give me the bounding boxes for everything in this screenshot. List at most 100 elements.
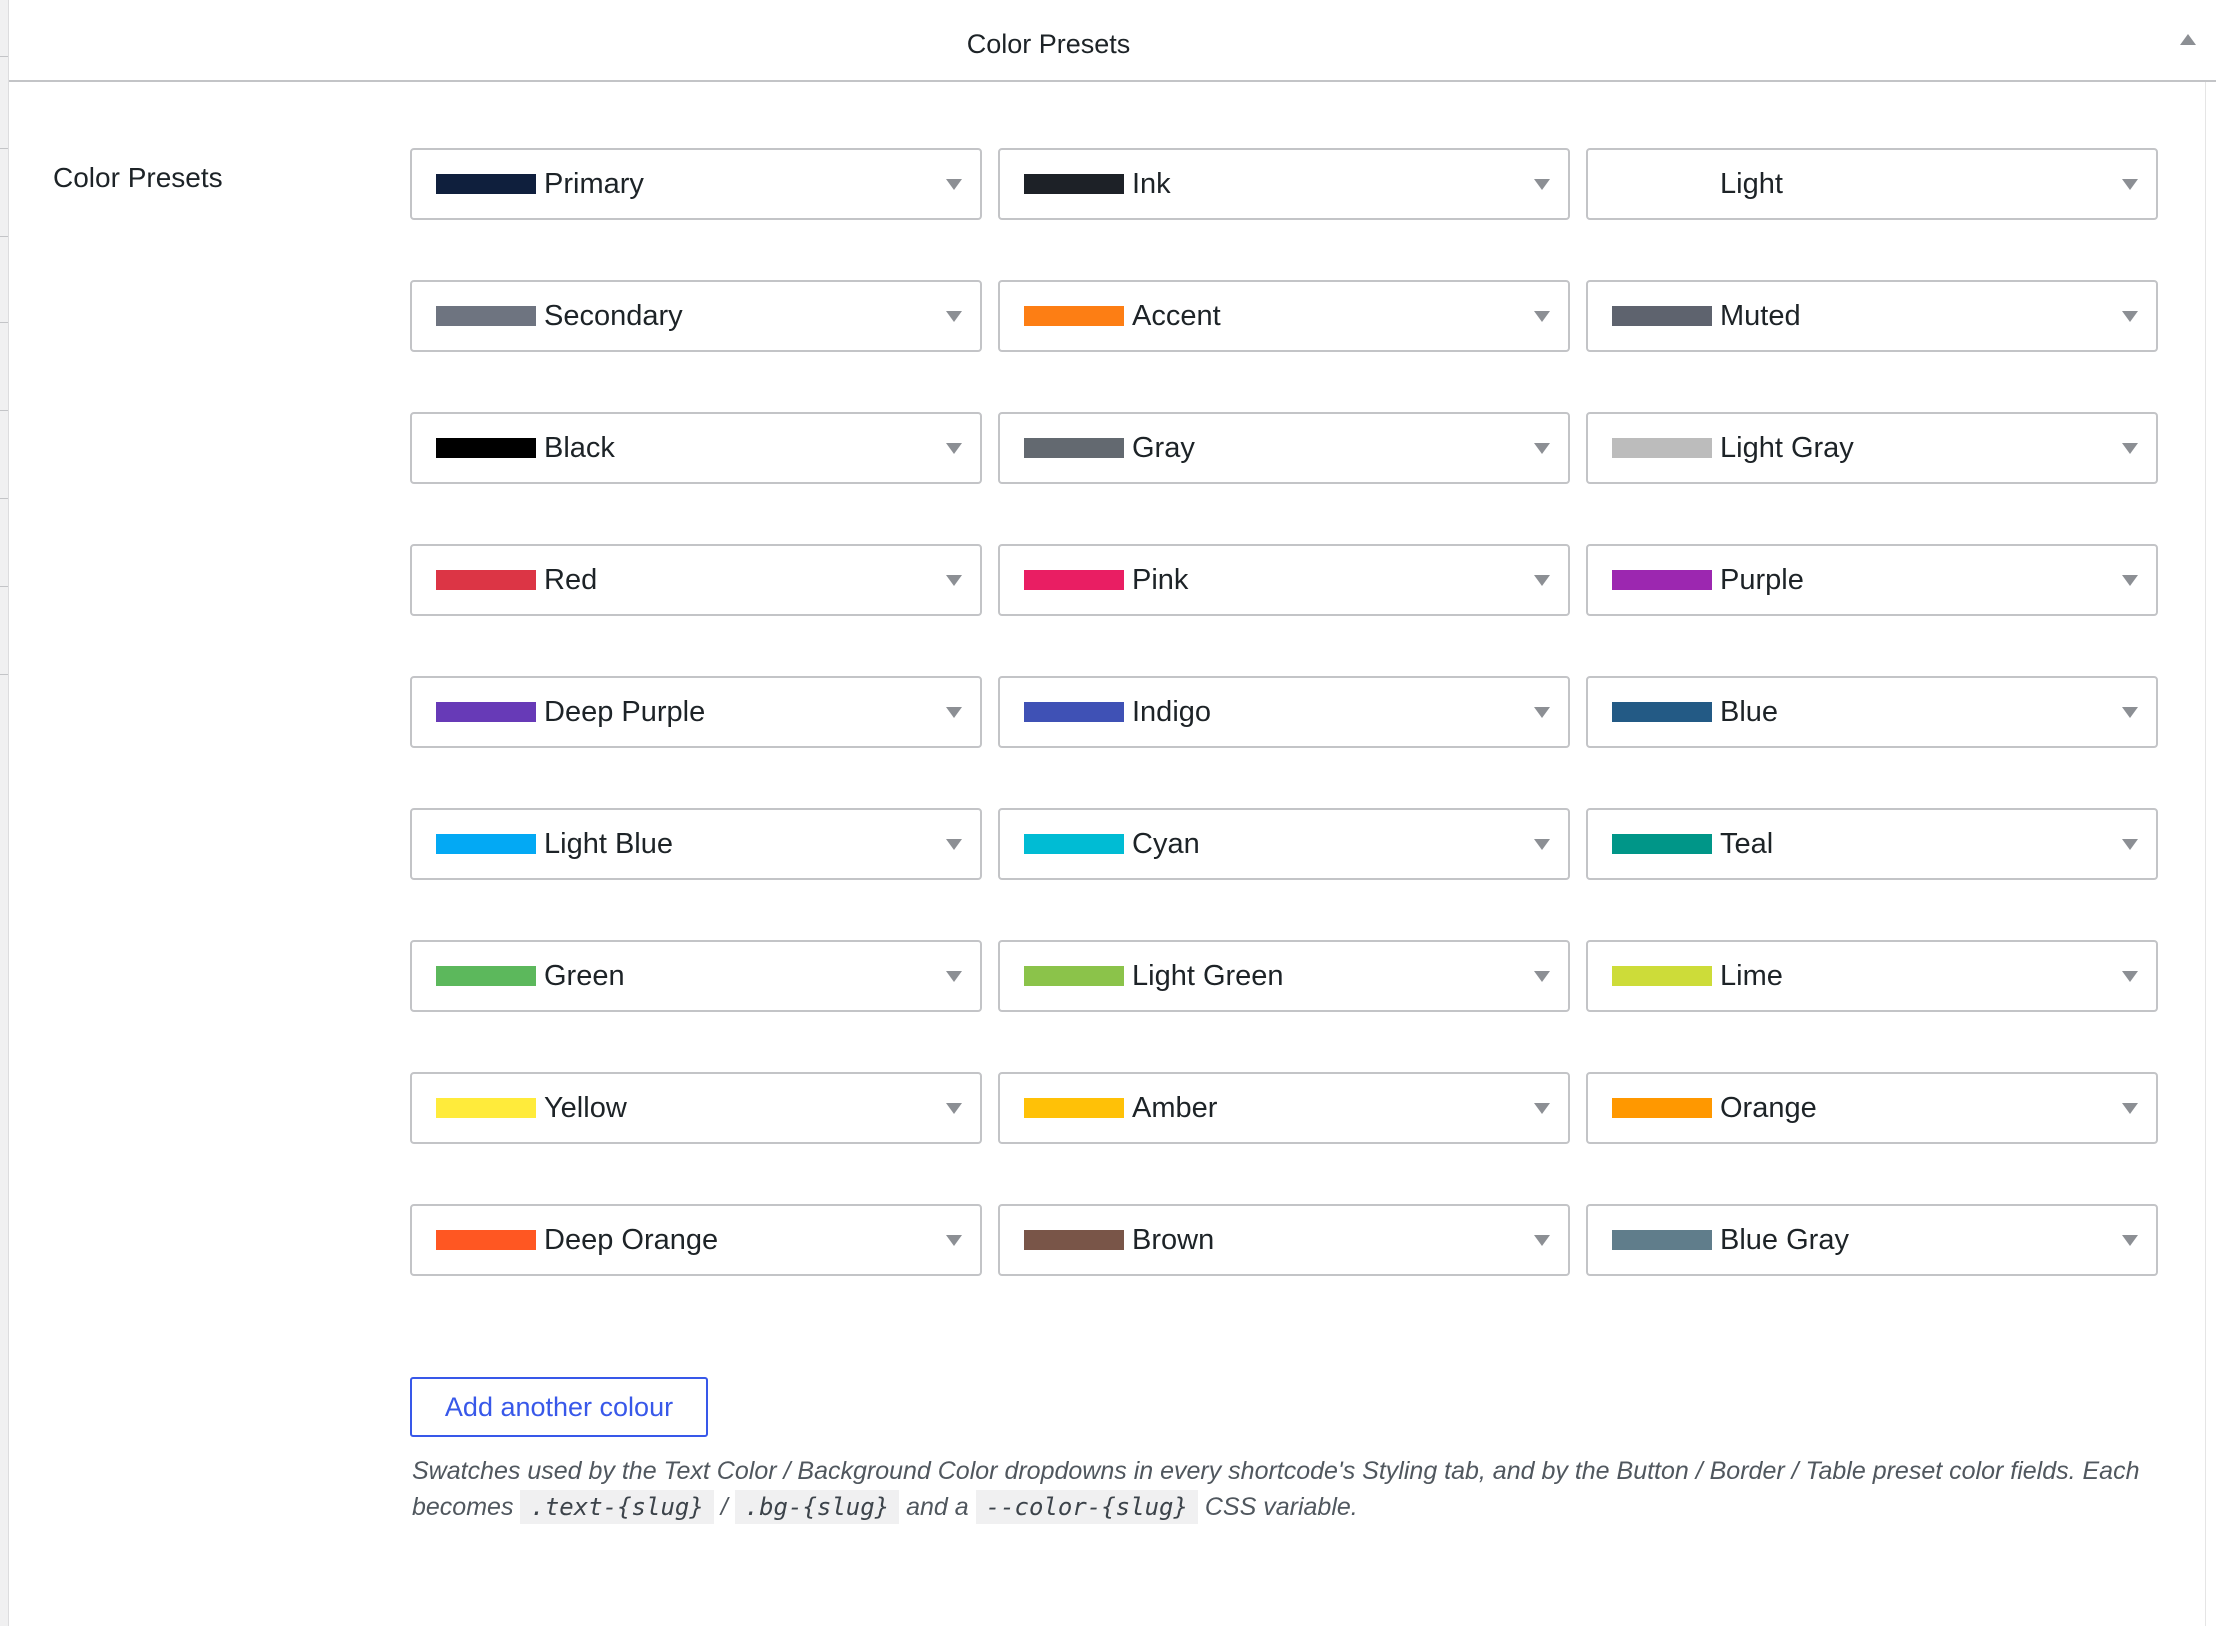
preset-label: Cyan: [1132, 827, 1200, 860]
preset-label: Muted: [1720, 299, 1801, 332]
color-preset-select[interactable]: Indigo: [998, 676, 1570, 748]
color-preset-select[interactable]: Gray: [998, 412, 1570, 484]
color-preset-select[interactable]: Ink: [998, 148, 1570, 220]
color-swatch: [436, 306, 536, 326]
color-preset-select[interactable]: Green: [410, 940, 982, 1012]
color-preset-select[interactable]: Brown: [998, 1204, 1570, 1276]
preset-label: Secondary: [544, 299, 683, 332]
color-preset-select[interactable]: Amber: [998, 1072, 1570, 1144]
color-preset-select[interactable]: Blue: [1586, 676, 2158, 748]
dropdown-caret-icon: [1534, 971, 1550, 982]
color-preset-select[interactable]: Light: [1586, 148, 2158, 220]
dropdown-caret-icon: [946, 179, 962, 190]
color-swatch: [436, 570, 536, 590]
preset-label: Light Green: [1132, 959, 1284, 992]
color-preset-select[interactable]: Purple: [1586, 544, 2158, 616]
color-preset-select[interactable]: Cyan: [998, 808, 1570, 880]
color-preset-select[interactable]: Red: [410, 544, 982, 616]
color-swatch: [1024, 702, 1124, 722]
dropdown-caret-icon: [1534, 443, 1550, 454]
color-swatch: [436, 966, 536, 986]
preset-label: Light: [1720, 167, 1783, 200]
color-preset-select[interactable]: Secondary: [410, 280, 982, 352]
color-swatch: [1612, 966, 1712, 986]
color-swatch: [1612, 438, 1712, 458]
color-preset-select[interactable]: Teal: [1586, 808, 2158, 880]
preset-label: Deep Orange: [544, 1223, 719, 1256]
dropdown-caret-icon: [946, 443, 962, 454]
color-swatch: [1612, 1230, 1712, 1250]
dropdown-caret-icon: [1534, 179, 1550, 190]
collapse-triangle-icon[interactable]: [2180, 34, 2196, 45]
dropdown-caret-icon: [1534, 1235, 1550, 1246]
color-preset-select[interactable]: Yellow: [410, 1072, 982, 1144]
color-swatch: [436, 438, 536, 458]
color-swatch: [1024, 174, 1124, 194]
color-swatch: [436, 1098, 536, 1118]
color-preset-select[interactable]: Light Green: [998, 940, 1570, 1012]
dropdown-caret-icon: [946, 575, 962, 586]
dropdown-caret-icon: [2122, 575, 2138, 586]
add-colour-button[interactable]: Add another colour: [410, 1377, 708, 1437]
dropdown-caret-icon: [1534, 707, 1550, 718]
preset-label: Brown: [1132, 1223, 1215, 1256]
color-swatch: [1024, 438, 1124, 458]
dropdown-caret-icon: [946, 311, 962, 322]
dropdown-caret-icon: [2122, 1235, 2138, 1246]
preset-label: Lime: [1720, 959, 1783, 992]
color-preset-select[interactable]: Light Blue: [410, 808, 982, 880]
color-preset-select[interactable]: Blue Gray: [1586, 1204, 2158, 1276]
preset-label: Ink: [1132, 167, 1171, 200]
dropdown-caret-icon: [2122, 839, 2138, 850]
color-swatch: [1612, 702, 1712, 722]
dropdown-caret-icon: [2122, 707, 2138, 718]
panel-title: Color Presets: [966, 28, 1131, 59]
panel-header[interactable]: Color Presets: [9, 0, 2216, 82]
color-swatch: [1024, 570, 1124, 590]
preset-label: Primary: [544, 167, 644, 200]
dropdown-caret-icon: [946, 839, 962, 850]
preset-label: Accent: [1132, 299, 1221, 332]
field-label: Color Presets: [53, 162, 223, 193]
dropdown-caret-icon: [946, 1103, 962, 1114]
help-separator: /: [720, 1493, 728, 1521]
color-swatch: [1024, 966, 1124, 986]
color-preset-select[interactable]: Black: [410, 412, 982, 484]
color-swatch: [436, 1230, 536, 1250]
color-swatch: [1024, 834, 1124, 854]
preset-label: Yellow: [544, 1091, 627, 1124]
color-swatch: [1612, 306, 1712, 326]
code-text-class: .text-{slug}: [520, 1490, 714, 1524]
color-preset-select[interactable]: Deep Orange: [410, 1204, 982, 1276]
color-preset-select[interactable]: Light Gray: [1586, 412, 2158, 484]
color-swatch: [436, 834, 536, 854]
color-preset-select[interactable]: Deep Purple: [410, 676, 982, 748]
color-swatch: [1612, 174, 1712, 194]
color-swatch: [1024, 1098, 1124, 1118]
color-swatch: [1024, 306, 1124, 326]
code-bg-class: .bg-{slug}: [734, 1490, 900, 1524]
color-preset-select[interactable]: Pink: [998, 544, 1570, 616]
help-text-part: CSS variable.: [1204, 1493, 1358, 1521]
color-preset-select[interactable]: Muted: [1586, 280, 2158, 352]
preset-label: Gray: [1132, 431, 1195, 464]
color-preset-select[interactable]: Accent: [998, 280, 1570, 352]
preset-label: Indigo: [1132, 695, 1212, 728]
color-preset-select[interactable]: Primary: [410, 148, 982, 220]
dropdown-caret-icon: [2122, 179, 2138, 190]
preset-grid: Primary Ink Light Secondary Accent Muted Black…: [410, 148, 2160, 1276]
color-preset-select[interactable]: Lime: [1586, 940, 2158, 1012]
preset-label: Blue: [1720, 695, 1779, 728]
dropdown-caret-icon: [2122, 311, 2138, 322]
dropdown-caret-icon: [946, 1235, 962, 1246]
dropdown-caret-icon: [1534, 1103, 1550, 1114]
color-swatch: [1024, 1230, 1124, 1250]
preset-label: Purple: [1720, 563, 1804, 596]
color-swatch: [436, 174, 536, 194]
color-swatch: [1612, 570, 1712, 590]
scrollbar[interactable]: [2205, 82, 2216, 1626]
color-preset-select[interactable]: Orange: [1586, 1072, 2158, 1144]
preset-label: Pink: [1132, 563, 1189, 596]
dropdown-caret-icon: [1534, 839, 1550, 850]
dropdown-caret-icon: [1534, 311, 1550, 322]
